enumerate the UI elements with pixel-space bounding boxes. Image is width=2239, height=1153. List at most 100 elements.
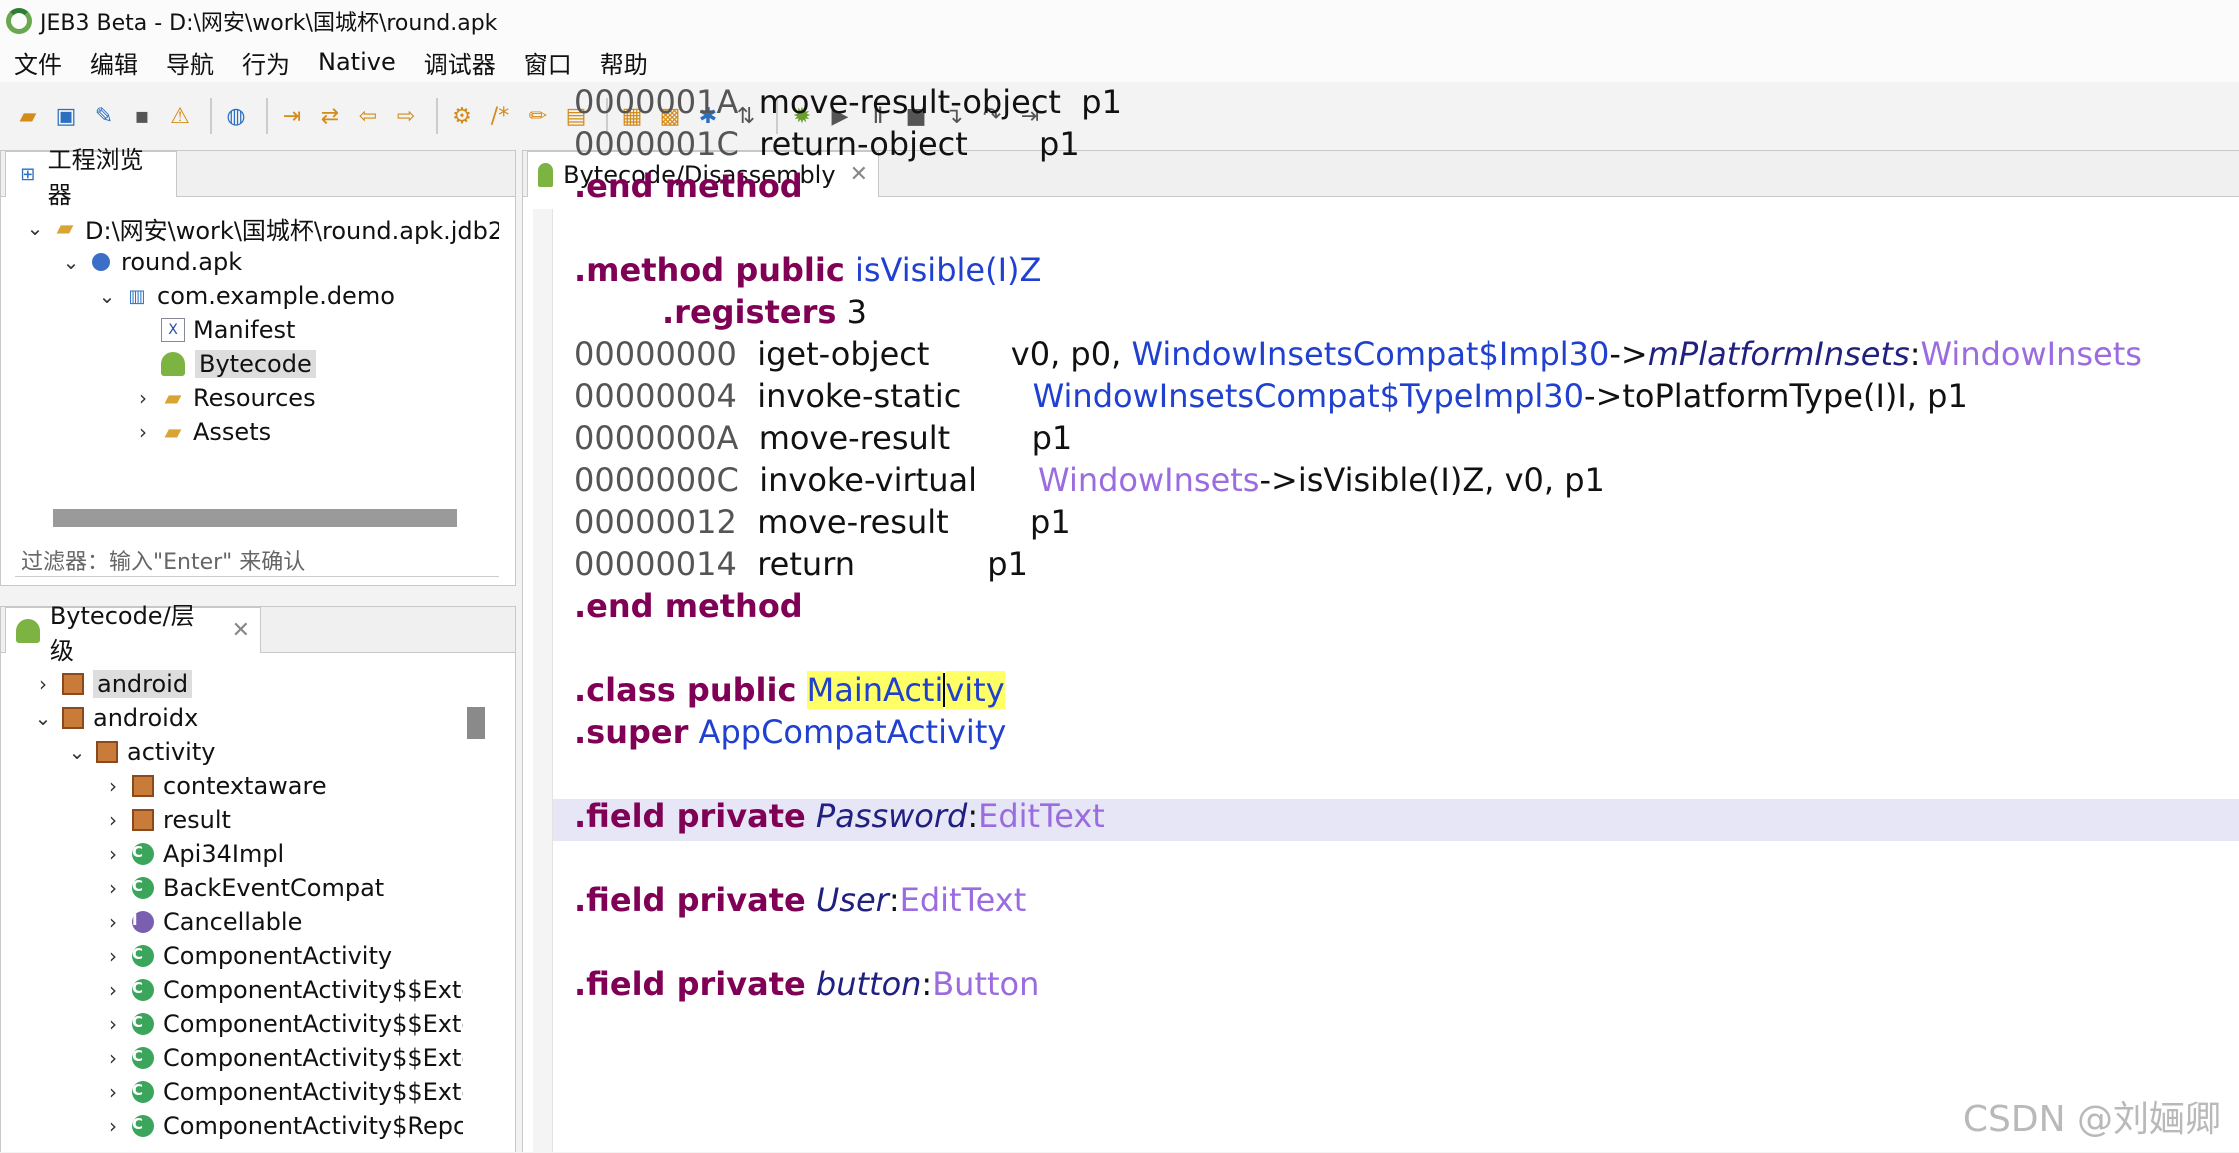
- package-icon: [61, 706, 85, 730]
- code-line: 00000004 invoke-static WindowInsetsCompa…: [574, 375, 1968, 417]
- tree-item-componentactivity-ext4[interactable]: › C ComponentActivity$$Exte: [101, 1075, 463, 1109]
- menu-native[interactable]: Native: [304, 48, 410, 76]
- horizontal-scrollbar[interactable]: [53, 509, 457, 527]
- tree-item-androidx[interactable]: ⌄ androidx: [31, 701, 198, 735]
- chevron-right-icon[interactable]: ›: [101, 1114, 125, 1138]
- chevron-right-icon[interactable]: ›: [131, 420, 155, 444]
- globe-icon[interactable]: ◍: [220, 100, 252, 132]
- operands: v0, p0,: [1011, 335, 1121, 373]
- directive: .method public: [574, 251, 845, 289]
- tree-item-activity[interactable]: ⌄ activity: [65, 735, 215, 769]
- type-ref[interactable]: EditText: [978, 797, 1105, 835]
- tab-project-explorer[interactable]: ⊞ 工程浏览器: [5, 151, 177, 197]
- directive: .super: [574, 713, 688, 751]
- class-ref[interactable]: AppCompatActivity: [699, 713, 1007, 751]
- filter-input[interactable]: 过滤器：输入"Enter" 来确认: [15, 543, 499, 577]
- code-line: .field private User:EditText: [574, 879, 1026, 921]
- chevron-down-icon[interactable]: ⌄: [95, 284, 119, 308]
- tree-item-componentactivity-repc[interactable]: › C ComponentActivity$Repc: [101, 1109, 463, 1143]
- wrench-icon[interactable]: ✎: [88, 100, 120, 132]
- vertical-scrollbar-thumb[interactable]: [467, 707, 485, 739]
- chevron-right-icon[interactable]: ›: [101, 1080, 125, 1104]
- type-ref[interactable]: WindowInsets: [1920, 335, 2141, 373]
- directive: .end method: [574, 167, 803, 205]
- tree-item-cancellable[interactable]: › I Cancellable: [101, 905, 302, 939]
- comment-icon[interactable]: /*: [484, 100, 516, 132]
- save-icon[interactable]: ▣: [50, 100, 82, 132]
- type-ref[interactable]: WindowInsets: [1038, 461, 1259, 499]
- chevron-right-icon[interactable]: ›: [31, 672, 55, 696]
- tree-item-resources[interactable]: › ▰ Resources: [131, 381, 316, 415]
- type-ref[interactable]: Button: [932, 965, 1039, 1003]
- chevron-right-icon[interactable]: ›: [101, 944, 125, 968]
- chevron-right-icon[interactable]: ›: [101, 1046, 125, 1070]
- code-line: 00000000 iget-object v0, p0, WindowInset…: [574, 333, 2142, 375]
- menu-navigate[interactable]: 导航: [152, 45, 228, 80]
- disassembly-code[interactable]: 0000001A move-result-object p1 0000001C …: [574, 62, 2239, 1152]
- tree-item-componentactivity-ext2[interactable]: › C ComponentActivity$$Exte: [101, 1007, 463, 1041]
- chevron-right-icon[interactable]: ›: [101, 910, 125, 934]
- tree-item-label: ComponentActivity: [163, 942, 392, 970]
- class-icon: C: [131, 1114, 155, 1138]
- class-name-highlight[interactable]: vity: [945, 671, 1004, 709]
- rename-pencil-icon[interactable]: ✏: [522, 100, 554, 132]
- tree-item-assets[interactable]: › ▰ Assets: [131, 415, 271, 449]
- chevron-down-icon[interactable]: ⌄: [65, 740, 89, 764]
- chevron-right-icon[interactable]: ›: [101, 876, 125, 900]
- address: 00000012: [574, 503, 737, 541]
- warning-icon[interactable]: ⚠: [164, 100, 196, 132]
- method-name[interactable]: isVisible(I)Z: [855, 251, 1041, 289]
- project-tree-icon: ⊞: [16, 163, 40, 187]
- field-name[interactable]: User: [816, 881, 889, 919]
- menu-edit[interactable]: 编辑: [76, 45, 152, 80]
- tree-item-apk[interactable]: ⌄ round.apk: [59, 245, 242, 279]
- back-icon[interactable]: ⇦: [352, 100, 384, 132]
- chevron-right-icon[interactable]: ›: [101, 808, 125, 832]
- chevron-right-icon[interactable]: ›: [101, 842, 125, 866]
- tree-item-contextaware[interactable]: › contextaware: [101, 769, 327, 803]
- opcode: iget-object: [757, 335, 929, 373]
- chevron-down-icon[interactable]: ⌄: [23, 216, 47, 240]
- class-ref[interactable]: WindowInsetsCompat$Impl30: [1131, 335, 1609, 373]
- code-line: .end method: [574, 585, 803, 627]
- chevron-right-icon[interactable]: ›: [131, 386, 155, 410]
- field-name[interactable]: Password: [816, 797, 967, 835]
- tree-item-bytecode[interactable]: Bytecode: [161, 347, 316, 381]
- open-folder-icon: ▰: [53, 216, 77, 240]
- menu-action[interactable]: 行为: [228, 45, 304, 80]
- operands: ->isVisible(I)Z, v0, p1: [1259, 461, 1604, 499]
- tree-item-jdb2[interactable]: ⌄ ▰ D:\网安\work\国城杯\round.apk.jdb2: [23, 211, 499, 245]
- close-icon[interactable]: ✕: [232, 618, 250, 643]
- tree-item-result[interactable]: › result: [101, 803, 231, 837]
- tree-item-componentactivity-ext1[interactable]: › C ComponentActivity$$Exte: [101, 973, 463, 1007]
- follow-icon[interactable]: ⇄: [314, 100, 346, 132]
- jump-to-icon[interactable]: ⇥: [276, 100, 308, 132]
- close-project-icon[interactable]: ▪: [126, 100, 158, 132]
- chevron-down-icon[interactable]: ⌄: [31, 706, 55, 730]
- class-icon: C: [131, 1080, 155, 1104]
- chevron-right-icon[interactable]: ›: [101, 978, 125, 1002]
- open-folder-icon[interactable]: ▰: [12, 100, 44, 132]
- field-name[interactable]: button: [816, 965, 922, 1003]
- tree-item-api34impl[interactable]: › C Api34Impl: [101, 837, 284, 871]
- tree-item-backeventcompat[interactable]: › C BackEventCompat: [101, 871, 384, 905]
- menu-file[interactable]: 文件: [0, 45, 76, 80]
- chevron-down-icon[interactable]: ⌄: [59, 250, 83, 274]
- chevron-right-icon[interactable]: ›: [101, 1012, 125, 1036]
- tree-item-componentactivity-ext3[interactable]: › C ComponentActivity$$Exte: [101, 1041, 463, 1075]
- decompile-icon[interactable]: ⚙: [446, 100, 478, 132]
- tree-item-android[interactable]: › android: [31, 667, 192, 701]
- forward-icon[interactable]: ⇨: [390, 100, 422, 132]
- field-ref[interactable]: mPlatformInsets: [1648, 335, 1910, 373]
- opcode: invoke-static: [757, 377, 961, 415]
- type-ref[interactable]: EditText: [900, 881, 1027, 919]
- class-name-highlight[interactable]: MainActi: [807, 671, 944, 709]
- tab-hierarchy[interactable]: Bytecode/层级 ✕: [5, 607, 261, 653]
- tree-item-manifest[interactable]: X Manifest: [161, 313, 295, 347]
- class-ref[interactable]: WindowInsetsCompat$TypeImpl30: [1033, 377, 1584, 415]
- directive: .field private: [574, 881, 806, 919]
- tree-item-componentactivity[interactable]: › C ComponentActivity: [101, 939, 392, 973]
- chevron-right-icon[interactable]: ›: [101, 774, 125, 798]
- tree-item-package[interactable]: ⌄ ▥ com.example.demo: [95, 279, 395, 313]
- menu-debugger[interactable]: 调试器: [410, 45, 510, 80]
